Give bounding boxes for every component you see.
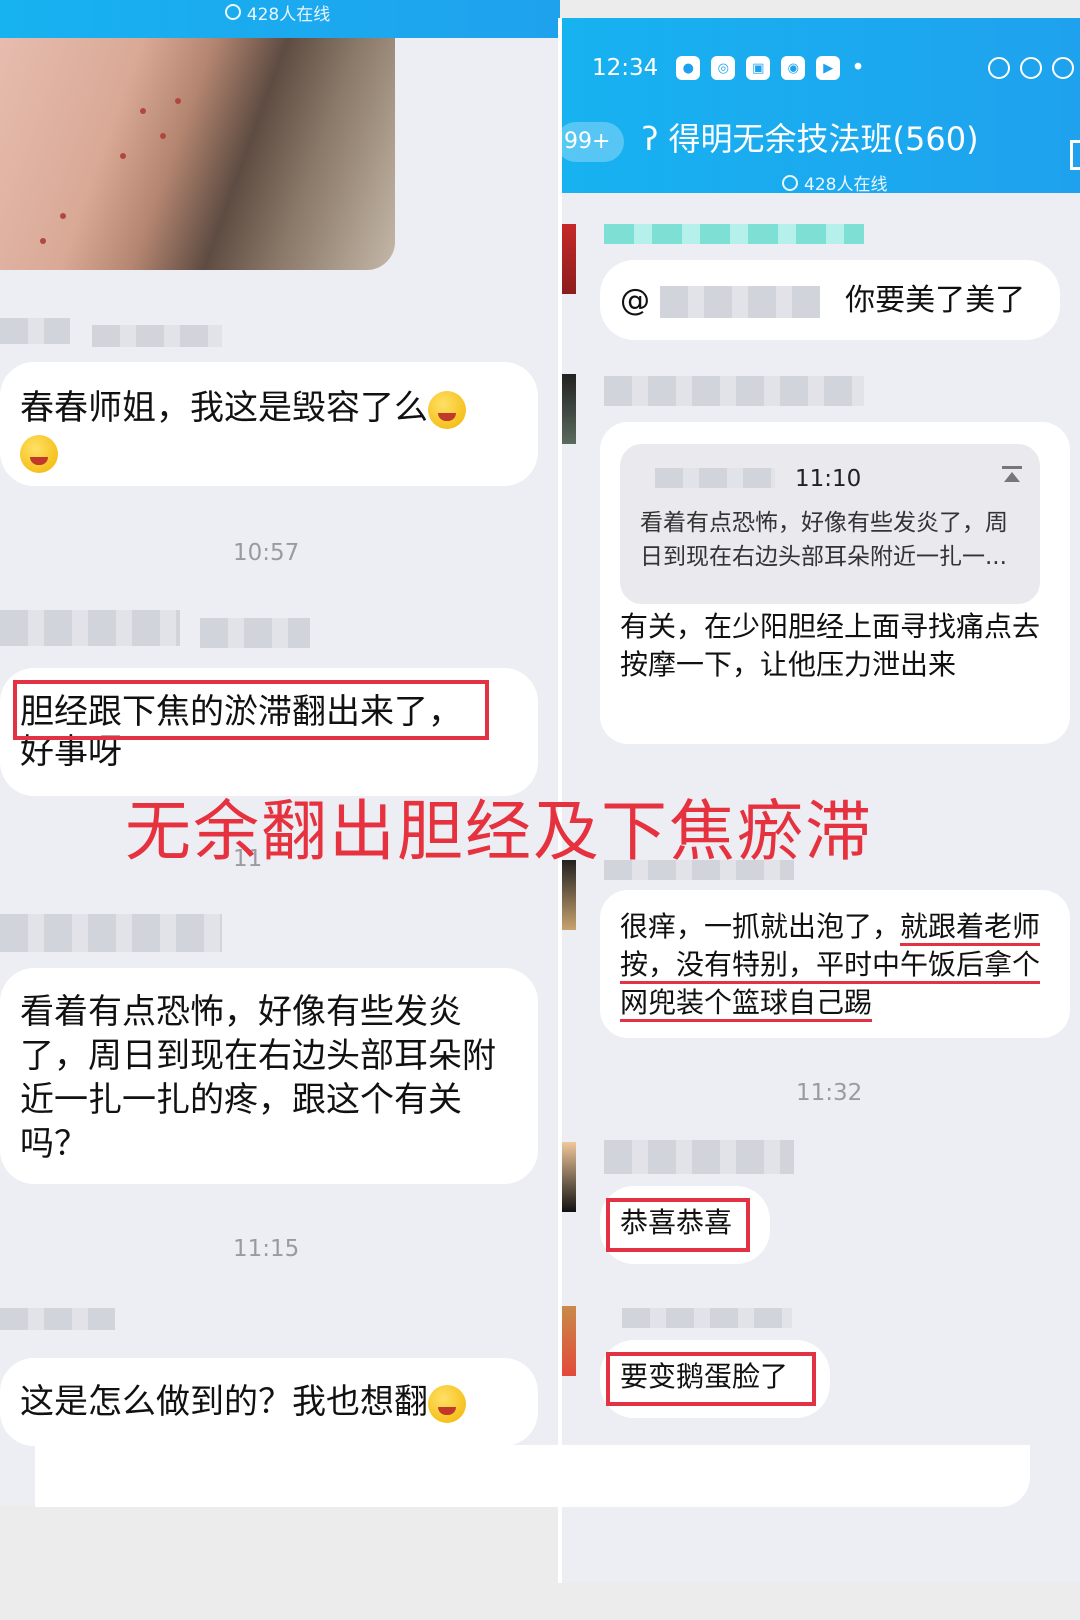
blurred-username xyxy=(604,1140,794,1174)
status-bar: 12:34 ● ◎ ▣ ◉ ▶ • xyxy=(562,48,1080,88)
app-icon: ◉ xyxy=(781,56,806,80)
face-photo[interactable] xyxy=(0,38,395,270)
chat-title-bar: 99+ ʔ 得明无余技法班(560) 428人在线 xyxy=(562,102,1080,195)
blurred-username xyxy=(0,914,222,952)
message-input-area[interactable] xyxy=(35,1445,1030,1507)
timestamp: 10:57 xyxy=(233,540,300,566)
blurred-username xyxy=(655,468,775,488)
quoted-message[interactable]: 11:10 看着有点恐怖，好像有些发炎了，周日到现在右边头部耳朵附近一扎一... xyxy=(620,444,1040,604)
left-top-bar: 428人在线 xyxy=(0,0,560,38)
avatar[interactable] xyxy=(562,374,576,444)
left-chat-panel: 428人在线 春春师姐，我这是毁容了么 10:57 胆经跟下焦的淤滞翻出来了， … xyxy=(0,0,560,1505)
avatar[interactable] xyxy=(562,1306,576,1376)
message-bubble[interactable]: 春春师姐，我这是毁容了么 xyxy=(0,362,538,486)
message-bubble[interactable]: @ 你要美了美了 xyxy=(600,260,1060,340)
timestamp: 11:15 xyxy=(233,1236,300,1262)
highlight-box xyxy=(606,1198,750,1252)
online-icon xyxy=(782,174,798,191)
online-count: 428人在线 xyxy=(782,170,887,195)
message-bubble[interactable]: 很痒，一抓就出泡了，就跟着老师按，没有特别，平时中午饭后拿个网兜装个篮球自己踢 xyxy=(600,890,1070,1038)
group-title: 得明无余技法班(560) xyxy=(668,120,979,158)
quote-text: 看着有点恐怖，好像有些发炎了，周日到现在右边头部耳朵附近一扎一... xyxy=(640,510,1008,570)
blurred-username xyxy=(0,1308,115,1330)
app-icon: ▣ xyxy=(746,56,771,80)
avatar[interactable] xyxy=(562,1142,576,1212)
ear-icon: ʔ xyxy=(642,120,659,158)
crying-emoji-icon xyxy=(428,390,466,429)
blurred-username xyxy=(622,1308,792,1328)
online-count: 428人在线 xyxy=(0,0,555,25)
more-dot-icon: • xyxy=(851,55,865,81)
wechat-icon: ● xyxy=(676,56,701,80)
back-button[interactable]: 99+ xyxy=(562,122,625,162)
blurred-username xyxy=(604,224,864,244)
blurred-username xyxy=(200,618,310,648)
status-time: 12:34 xyxy=(592,55,659,81)
menu-icon[interactable] xyxy=(1070,140,1080,170)
app-icon: ▶ xyxy=(816,56,841,80)
highlight-box xyxy=(13,680,489,740)
alarm-icon xyxy=(1020,57,1042,79)
pin-icon[interactable] xyxy=(1002,466,1022,490)
laughing-emoji-icon xyxy=(20,434,58,473)
app-icon: ◎ xyxy=(711,56,736,80)
grinning-emoji-icon xyxy=(428,1384,466,1423)
hd-icon xyxy=(1052,57,1074,79)
blurred-username xyxy=(0,318,70,344)
highlight-box xyxy=(606,1352,816,1406)
message-bubble[interactable]: 看着有点恐怖，好像有些发炎了，周日到现在右边头部耳朵附近一扎一扎的疼，跟这个有关… xyxy=(0,968,538,1184)
blurred-username xyxy=(0,610,180,646)
right-top-bar: 12:34 ● ◎ ▣ ◉ ▶ • 99+ ʔ 得明无余技法班(560) 428… xyxy=(562,18,1080,195)
blurred-mention xyxy=(659,285,820,318)
avatar[interactable] xyxy=(562,224,576,294)
reply-bubble[interactable]: 11:10 看着有点恐怖，好像有些发炎了，周日到现在右边头部耳朵附近一扎一...… xyxy=(600,422,1070,744)
reply-text: 有关，在少阳胆经上面寻找痛点去按摩一下，让他压力泄出来 xyxy=(620,610,1041,681)
blurred-username xyxy=(92,325,222,347)
blurred-username xyxy=(604,376,864,406)
online-icon xyxy=(224,4,241,20)
overlay-caption: 无余翻出胆经及下焦瘀滞 xyxy=(125,793,873,870)
timestamp: 11:32 xyxy=(796,1080,863,1106)
drop-icon xyxy=(988,57,1010,79)
message-bubble[interactable]: 这是怎么做到的？我也想翻 xyxy=(0,1358,538,1446)
quote-time: 11:10 xyxy=(795,466,862,492)
